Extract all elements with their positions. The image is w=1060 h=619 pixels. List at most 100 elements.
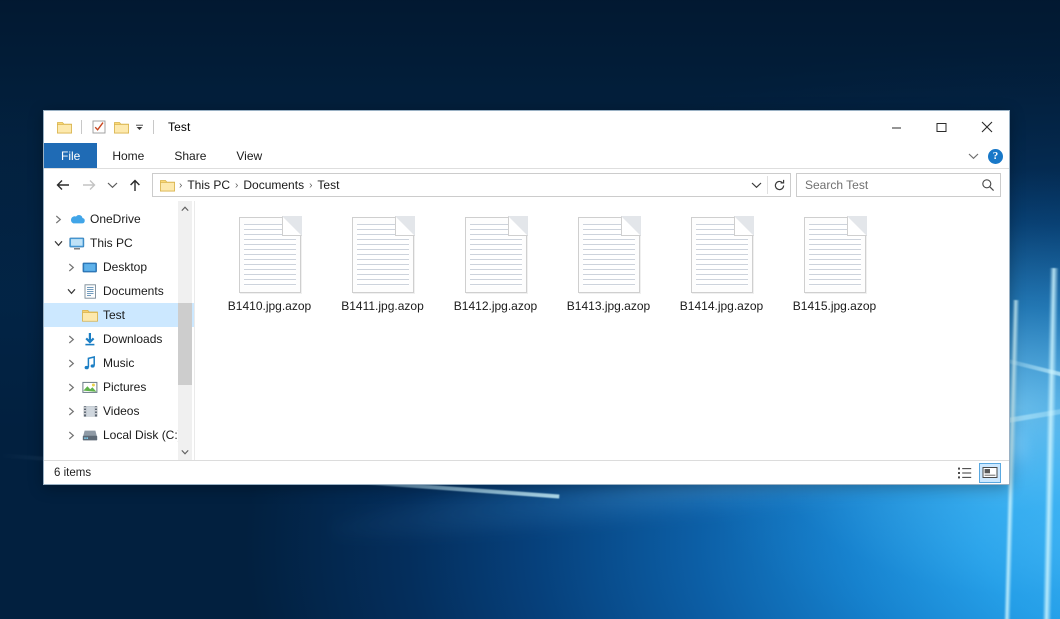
address-bar-controls [745, 174, 790, 196]
sidebar-item-label: Pictures [100, 380, 146, 394]
sidebar-item-music[interactable]: Music [44, 351, 194, 375]
address-dropdown-icon[interactable] [745, 174, 767, 196]
breadcrumb-item-documents[interactable]: Documents [240, 178, 307, 192]
qat-separator-2 [153, 120, 154, 134]
search-input[interactable]: Search Test [805, 178, 981, 192]
up-button[interactable] [122, 172, 148, 198]
chevron-right-icon[interactable] [63, 335, 80, 344]
folder-icon [80, 309, 100, 322]
sidebar-item-label: Videos [100, 404, 139, 418]
file-name-label: B1414.jpg.azop [680, 299, 763, 313]
monitor-icon [67, 237, 87, 250]
file-name-label: B1410.jpg.azop [228, 299, 311, 313]
navigation-pane-scrollbar[interactable] [178, 201, 192, 460]
file-item[interactable]: B1411.jpg.azop [326, 215, 439, 313]
qat-separator-1 [81, 120, 82, 134]
folder-icon[interactable] [53, 116, 75, 138]
navigation-pane: OneDrive This PC [44, 201, 194, 460]
file-item[interactable]: B1413.jpg.azop [552, 215, 665, 313]
ribbon-tab-bar: File Home Share View ? [44, 143, 1009, 169]
scroll-down-icon[interactable] [178, 444, 192, 460]
generic-file-icon [804, 217, 866, 293]
scrollbar-track[interactable] [178, 217, 192, 444]
generic-file-icon [352, 217, 414, 293]
recent-locations-button[interactable] [102, 172, 122, 198]
file-name-label: B1413.jpg.azop [567, 299, 650, 313]
scroll-up-icon[interactable] [178, 201, 192, 217]
file-list-view[interactable]: B1410.jpg.azop B1411.jpg.azop B1412.jpg.… [194, 201, 1009, 460]
videos-icon [80, 405, 100, 418]
tab-share[interactable]: Share [159, 143, 221, 168]
breadcrumb-separator[interactable]: › [233, 180, 240, 191]
close-button[interactable] [964, 111, 1009, 143]
search-icon[interactable] [981, 178, 995, 192]
sidebar-item-documents[interactable]: Documents [44, 279, 194, 303]
sidebar-item-label: Downloads [100, 332, 162, 346]
chevron-down-icon[interactable] [50, 240, 67, 247]
forward-button[interactable] [76, 172, 102, 198]
file-item[interactable]: B1414.jpg.azop [665, 215, 778, 313]
minimize-button[interactable] [874, 111, 919, 143]
navigation-bar: › This PC › Documents › Test [44, 169, 1009, 201]
sidebar-item-desktop[interactable]: Desktop [44, 255, 194, 279]
chevron-right-icon[interactable] [50, 215, 67, 224]
downloads-icon [80, 332, 100, 347]
address-bar[interactable]: › This PC › Documents › Test [152, 173, 791, 197]
music-icon [80, 356, 100, 371]
generic-file-icon [691, 217, 753, 293]
desktop: Test File Home Share View [0, 0, 1060, 619]
sidebar-item-local-disk[interactable]: Local Disk (C:) [44, 423, 194, 447]
file-item[interactable]: B1412.jpg.azop [439, 215, 552, 313]
sidebar-item-this-pc[interactable]: This PC [44, 231, 194, 255]
breadcrumb-separator[interactable]: › [307, 180, 314, 191]
search-box[interactable]: Search Test [796, 173, 1001, 197]
file-name-label: B1412.jpg.azop [454, 299, 537, 313]
status-bar: 6 items [44, 460, 1009, 484]
customize-dropdown-icon[interactable] [132, 116, 147, 138]
breadcrumb-item-this-pc[interactable]: This PC [184, 178, 233, 192]
sidebar-item-test[interactable]: Test [44, 303, 194, 327]
chevron-right-icon[interactable] [63, 263, 80, 272]
large-icons-view-button[interactable] [979, 463, 1001, 483]
generic-file-icon [578, 217, 640, 293]
details-view-button[interactable] [954, 463, 976, 483]
back-button[interactable] [50, 172, 76, 198]
cloud-icon [67, 213, 87, 225]
maximize-button[interactable] [919, 111, 964, 143]
documents-icon [80, 284, 100, 299]
chevron-down-icon[interactable] [63, 288, 80, 295]
file-item[interactable]: B1410.jpg.azop [213, 215, 326, 313]
sidebar-item-onedrive[interactable]: OneDrive [44, 207, 194, 231]
chevron-right-icon[interactable] [63, 383, 80, 392]
title-bar: Test [44, 111, 1009, 143]
properties-icon[interactable] [88, 116, 110, 138]
scrollbar-thumb[interactable] [178, 303, 192, 385]
file-item[interactable]: B1415.jpg.azop [778, 215, 891, 313]
desktop-icon [80, 261, 100, 274]
breadcrumb-item-test[interactable]: Test [314, 178, 342, 192]
window-controls [874, 111, 1009, 143]
sidebar-item-label: Documents [100, 284, 164, 298]
sidebar-item-videos[interactable]: Videos [44, 399, 194, 423]
window-title: Test [168, 120, 190, 134]
breadcrumb-separator[interactable]: › [177, 180, 184, 191]
chevron-right-icon[interactable] [63, 359, 80, 368]
breadcrumb-folder-icon[interactable] [158, 179, 177, 192]
pictures-icon [80, 381, 100, 394]
sidebar-item-downloads[interactable]: Downloads [44, 327, 194, 351]
tab-file[interactable]: File [44, 143, 97, 168]
sidebar-item-pictures[interactable]: Pictures [44, 375, 194, 399]
help-icon[interactable]: ? [988, 149, 1003, 164]
item-count-label: 6 items [54, 467, 91, 479]
new-folder-icon[interactable] [110, 116, 132, 138]
disk-icon [80, 429, 100, 442]
chevron-right-icon[interactable] [63, 407, 80, 416]
sidebar-item-label: Test [100, 308, 125, 322]
refresh-icon[interactable] [768, 174, 790, 196]
explorer-body: OneDrive This PC [44, 201, 1009, 460]
sidebar-item-label: Local Disk (C:) [100, 428, 182, 442]
chevron-right-icon[interactable] [63, 431, 80, 440]
tab-view[interactable]: View [221, 143, 277, 168]
chevron-down-icon[interactable] [968, 147, 979, 165]
tab-home[interactable]: Home [97, 143, 159, 168]
